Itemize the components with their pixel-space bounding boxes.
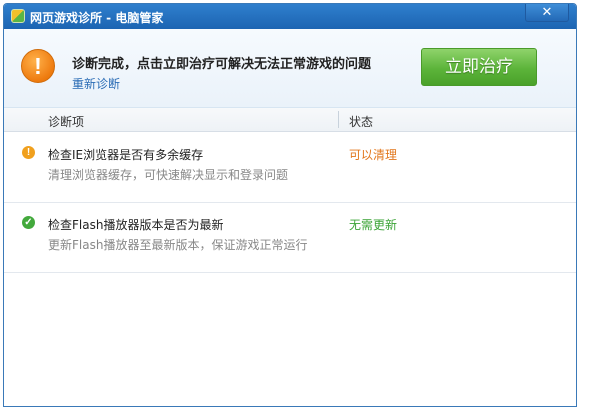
fix-now-button[interactable]: 立即治疗 — [421, 48, 537, 86]
row-status: 无需更新 — [349, 218, 398, 232]
row-description: 更新Flash播放器至最新版本，保证游戏正常运行 — [48, 238, 308, 252]
table-row: ! 检查IE浏览器是否有多余缓存 清理浏览器缓存，可快速解决显示和登录问题 可以… — [4, 133, 576, 203]
table-header: 诊断项 状态 — [4, 108, 576, 132]
check-icon: ✓ — [22, 216, 35, 229]
window-title: 网页游戏诊所 - 电脑管家 — [30, 11, 164, 25]
column-item: 诊断项 — [48, 115, 85, 129]
column-divider — [338, 111, 339, 128]
app-logo-icon — [11, 9, 25, 23]
row-title: 检查Flash播放器版本是否为最新 — [48, 218, 224, 232]
table-row: ✓ 检查Flash播放器版本是否为最新 更新Flash播放器至最新版本，保证游戏… — [4, 203, 576, 273]
title-bar[interactable]: 网页游戏诊所 - 电脑管家 ✕ — [4, 4, 576, 29]
diagnosis-header: ! 诊断完成，点击立即治疗可解决无法正常游戏的问题 重新诊断 立即治疗 — [4, 29, 576, 108]
diagnosis-window: 网页游戏诊所 - 电脑管家 ✕ ! 诊断完成，点击立即治疗可解决无法正常游戏的问… — [3, 3, 577, 407]
row-description: 清理浏览器缓存，可快速解决显示和登录问题 — [48, 168, 289, 182]
row-status: 可以清理 — [349, 148, 398, 162]
column-status: 状态 — [349, 115, 374, 129]
warning-icon: ! — [22, 146, 35, 159]
rediagnose-link[interactable]: 重新诊断 — [72, 75, 120, 92]
diagnosis-message: 诊断完成，点击立即治疗可解决无法正常游戏的问题 — [72, 57, 372, 72]
close-button[interactable]: ✕ — [525, 4, 569, 22]
row-title: 检查IE浏览器是否有多余缓存 — [48, 148, 204, 162]
warning-icon: ! — [21, 49, 55, 83]
